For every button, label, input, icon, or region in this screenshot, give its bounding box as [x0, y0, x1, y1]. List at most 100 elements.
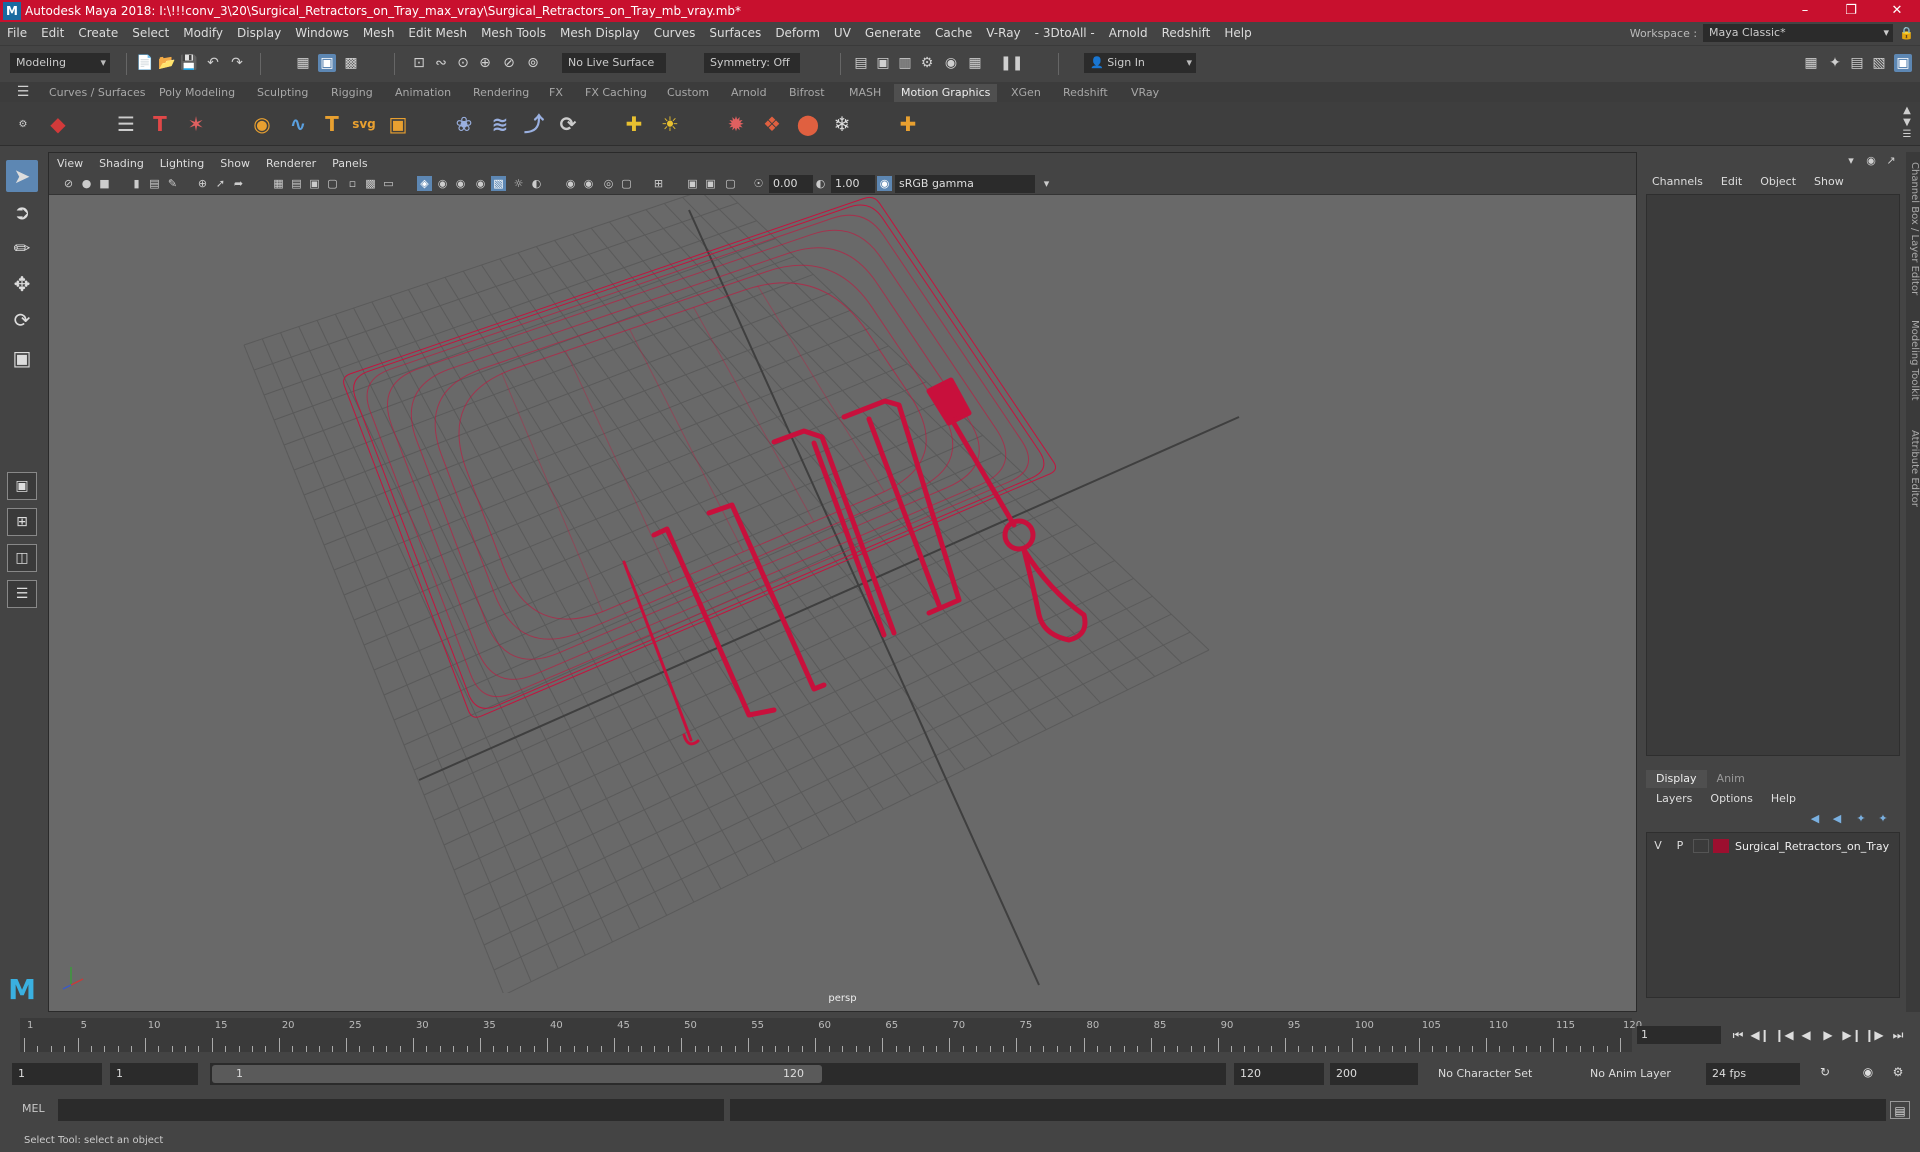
render-frame-icon[interactable]: ▤ — [852, 54, 870, 72]
layer-visibility-toggle[interactable]: V — [1649, 838, 1667, 854]
menu-edit[interactable]: Edit — [34, 26, 71, 40]
redo-icon[interactable]: ↷ — [228, 54, 246, 72]
side-tab-modeling-toolkit[interactable]: Modeling Toolkit — [1906, 320, 1920, 401]
two-view-layout-icon[interactable]: ◫ — [7, 544, 37, 572]
deformer-icon[interactable]: ❀ — [450, 110, 478, 138]
menu-generate[interactable]: Generate — [858, 26, 928, 40]
current-frame-field[interactable]: 1 — [1637, 1026, 1721, 1044]
snap-view-icon[interactable]: ⊕ — [476, 54, 494, 72]
menu-redshift[interactable]: Redshift — [1155, 26, 1218, 40]
sweep-icon[interactable]: ✶ — [182, 110, 210, 138]
tool-settings-icon[interactable]: ▧ — [1870, 54, 1888, 72]
layer-row[interactable]: V P Surgical_Retractors_on_Tray — [1649, 837, 1899, 855]
safe-action-icon[interactable]: ▩ — [363, 176, 378, 191]
channel-box-menu-object[interactable]: Object — [1760, 175, 1796, 188]
anim-layer-dropdown[interactable]: No Anim Layer — [1584, 1063, 1688, 1085]
outliner-layout-icon[interactable]: ☰ — [7, 580, 37, 608]
gamma-field[interactable]: 1.00 — [831, 175, 875, 193]
curve-tool-icon[interactable]: ∿ — [284, 110, 312, 138]
shelf-tab-motion-graphics[interactable]: Motion Graphics — [894, 84, 998, 102]
shelf-options-icon[interactable]: ⚙ — [14, 116, 32, 134]
render-view-icon[interactable]: ▣ — [874, 54, 892, 72]
frame-all-icon[interactable]: ➚ — [213, 176, 228, 191]
menu-arnold[interactable]: Arnold — [1102, 26, 1155, 40]
select-component-icon[interactable]: ▩ — [342, 54, 360, 72]
menu-mesh-display[interactable]: Mesh Display — [553, 26, 647, 40]
undo-icon[interactable]: ↶ — [204, 54, 222, 72]
channel-box-menu-show[interactable]: Show — [1814, 175, 1844, 188]
shelf-tab-curves-surfaces[interactable]: Curves / Surfaces — [42, 84, 153, 102]
layer-color-swatch[interactable] — [1713, 839, 1729, 853]
channel-box-toggle-icon[interactable]: ▾ — [1842, 152, 1860, 170]
select-object-icon[interactable]: ▣ — [318, 54, 336, 72]
attribute-editor-icon[interactable]: ▤ — [1848, 54, 1866, 72]
live-surface-field[interactable]: No Live Surface — [562, 53, 666, 73]
shelf-more-icon[interactable]: ☰ — [1898, 126, 1916, 144]
cube-cloner-icon[interactable]: ◆ — [44, 110, 72, 138]
workspace-dropdown[interactable]: Maya Classic* — [1703, 24, 1894, 42]
snap-point-icon[interactable]: ⊙ — [454, 54, 472, 72]
layer-menu-layers[interactable]: Layers — [1656, 792, 1692, 805]
sun-light-icon[interactable]: ☀ — [656, 110, 684, 138]
shelf-tab-rendering[interactable]: Rendering — [466, 84, 536, 102]
field-chart-icon[interactable]: ▫ — [345, 176, 360, 191]
range-slider[interactable]: 1 120 — [210, 1063, 1226, 1085]
shelf-tab-fx[interactable]: FX — [542, 84, 570, 102]
camera-scale-icon[interactable]: ▢ — [723, 176, 738, 191]
anti-aliasing-icon[interactable]: ◎ — [601, 176, 616, 191]
character-set-dropdown[interactable]: No Character Set — [1432, 1063, 1564, 1085]
paint-select-tool-icon[interactable]: ✏ — [6, 232, 38, 264]
side-tab-channel-box[interactable]: Channel Box / Layer Editor — [1906, 162, 1920, 295]
step-back-icon[interactable]: ◀❙ — [1750, 1026, 1770, 1044]
shirt-icon[interactable]: ❖ — [758, 110, 786, 138]
shelf-tab-arnold[interactable]: Arnold — [724, 84, 774, 102]
viewport-menu-show[interactable]: Show — [212, 157, 258, 170]
exposure-icon[interactable]: ☉ — [751, 176, 766, 191]
shelf-tab-animation[interactable]: Animation — [388, 84, 458, 102]
bubble-icon[interactable]: ⬤ — [794, 110, 822, 138]
maximize-button[interactable]: ❐ — [1828, 0, 1874, 22]
range-slider-handle[interactable]: 1 120 — [212, 1065, 822, 1083]
shelf-tab-vray[interactable]: VRay — [1124, 84, 1166, 102]
attribute-toggle-icon[interactable]: ◉ — [1862, 152, 1880, 170]
ipr-render-icon[interactable]: ▥ — [896, 54, 914, 72]
snowflake-icon[interactable]: ❄ — [828, 110, 856, 138]
playback-end-field[interactable]: 120 — [1234, 1063, 1324, 1085]
wireframe-on-shaded-icon[interactable]: ◉ — [453, 176, 468, 191]
command-input[interactable] — [58, 1099, 724, 1121]
snap-curve-icon[interactable]: ∾ — [432, 54, 450, 72]
viewport-panel[interactable]: View Shading Lighting Show Renderer Pane… — [48, 152, 1637, 1012]
textured-icon[interactable]: ◉ — [473, 176, 488, 191]
twist-icon[interactable]: ⟳ — [554, 110, 582, 138]
animation-end-field[interactable]: 200 — [1330, 1063, 1418, 1085]
channel-box-menu-channels[interactable]: Channels — [1652, 175, 1703, 188]
select-tool-icon[interactable]: ➤ — [6, 160, 38, 192]
modeling-toolkit-icon[interactable]: ▦ — [1802, 54, 1820, 72]
sphere-icon[interactable]: ◉ — [248, 110, 276, 138]
exposure-field[interactable]: 0.00 — [769, 175, 813, 193]
layer-playback-toggle[interactable]: P — [1671, 838, 1689, 854]
xray-active-icon[interactable]: ▣ — [703, 176, 718, 191]
open-scene-icon[interactable]: 📂 — [158, 54, 176, 72]
shelf-tab-sculpting[interactable]: Sculpting — [250, 84, 315, 102]
type-tool-icon[interactable]: T — [146, 110, 174, 138]
viewport-menu-renderer[interactable]: Renderer — [258, 157, 324, 170]
character-controls-icon[interactable]: ✦ — [1826, 54, 1844, 72]
loop-icon[interactable]: ↻ — [1815, 1063, 1835, 1081]
menu-uv[interactable]: UV — [827, 26, 858, 40]
time-slider-bar[interactable]: 1 5 10 15 20 25 30 35 40 45 50 55 60 65 70 75 80 85 90 95 10… — [20, 1018, 1642, 1052]
menu-vray[interactable]: V-Ray — [979, 26, 1027, 40]
snap-view-icon[interactable]: ⊕ — [195, 176, 210, 191]
bookmark-icon[interactable]: ■ — [97, 176, 112, 191]
text-icon[interactable]: T — [318, 110, 346, 138]
step-back-key-icon[interactable]: ❙◀ — [1774, 1026, 1794, 1044]
gate-mask-icon[interactable]: ▢ — [325, 176, 340, 191]
channel-box-icon[interactable]: ▣ — [1894, 54, 1912, 72]
camera-attributes-icon[interactable]: ● — [79, 176, 94, 191]
go-to-end-icon[interactable]: ⏭ — [1888, 1026, 1908, 1044]
fps-dropdown[interactable]: 24 fps — [1706, 1063, 1800, 1085]
symmetry-field[interactable]: Symmetry: Off — [704, 53, 800, 73]
save-scene-icon[interactable]: 💾 — [180, 54, 198, 72]
shelf-menu-icon[interactable]: ☰ — [14, 83, 32, 101]
minimize-button[interactable]: – — [1782, 0, 1828, 22]
